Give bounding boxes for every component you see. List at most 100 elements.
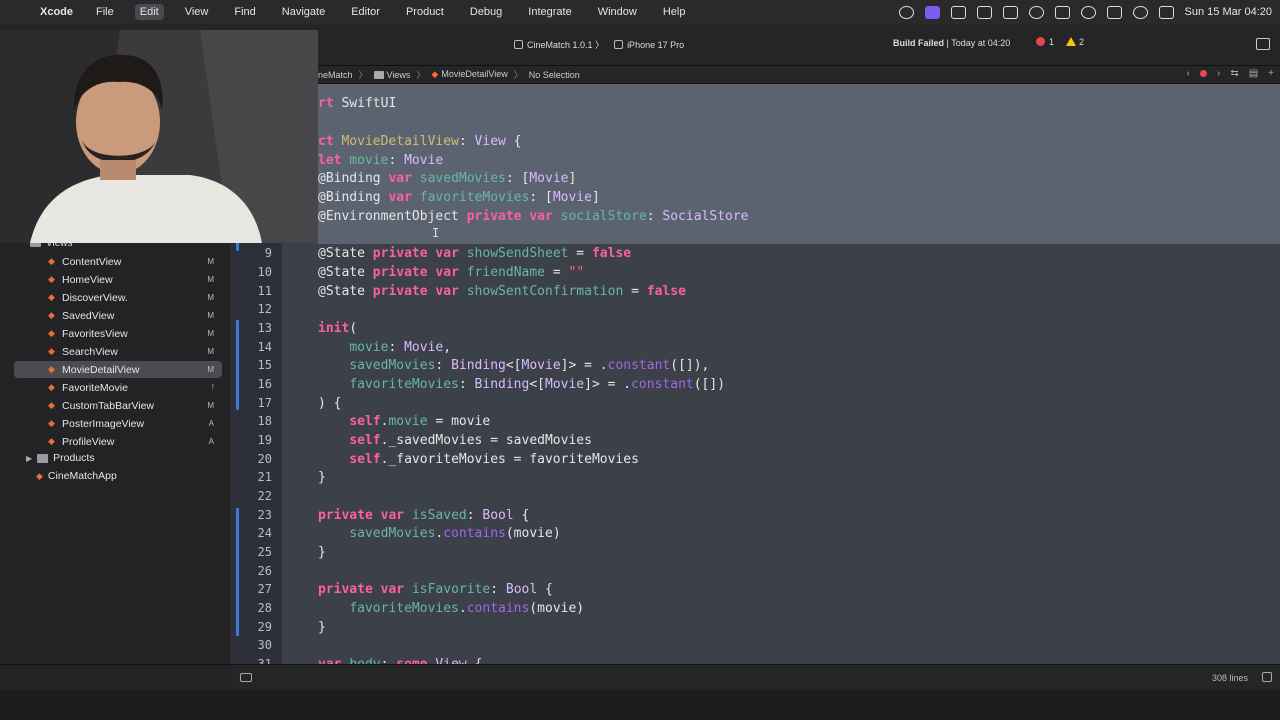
navigator-filter-bar xyxy=(0,664,230,690)
swift-file-icon: ◆ xyxy=(48,436,55,446)
line-number: 30 xyxy=(257,638,272,652)
code-line: self._favoriteMovies = favoriteMovies xyxy=(349,452,639,467)
jumpbar-group[interactable]: Views xyxy=(373,70,410,80)
menu-integrate[interactable]: Integrate xyxy=(523,4,576,20)
code-line: ct MovieDetailView: View { xyxy=(318,134,522,149)
nav-file-profileview[interactable]: ◆ ProfileView A xyxy=(14,433,222,450)
menu-navigate[interactable]: Navigate xyxy=(277,4,330,20)
code-line: @State private var friendName = "" xyxy=(318,265,585,280)
swift-file-icon: ◆ xyxy=(48,346,55,356)
nav-file-savedview[interactable]: ◆ SavedView M xyxy=(14,307,222,324)
vpn-icon[interactable] xyxy=(898,5,914,19)
menu-file[interactable]: File xyxy=(91,4,119,20)
chevron-right-icon: 〉 xyxy=(513,70,523,80)
search-icon[interactable] xyxy=(1132,5,1148,19)
nav-file-customtabbarview[interactable]: ◆ CustomTabBarView M xyxy=(14,397,222,414)
jumpbar-file[interactable]: ◆ MovieDetailView xyxy=(431,69,507,80)
related-items-icon[interactable]: ⇆ xyxy=(1230,68,1238,79)
menu-bar: Xcode File Edit View Find Navigate Edito… xyxy=(0,0,1280,24)
app-target[interactable]: ◆ CineMatchApp xyxy=(36,470,117,482)
swift-file-icon: ◆ xyxy=(48,274,55,284)
git-status-badge: M xyxy=(207,347,214,356)
jumpbar-project[interactable]: neMatch xyxy=(318,70,353,80)
nav-file-searchview[interactable]: ◆ SearchView M xyxy=(14,343,222,360)
pen-icon[interactable] xyxy=(976,5,992,19)
change-marker[interactable] xyxy=(236,508,239,636)
jumpbar-selection[interactable]: No Selection xyxy=(529,70,580,80)
git-status-badge: M xyxy=(207,401,214,410)
notion-icon[interactable] xyxy=(1002,5,1018,19)
code-line: savedMovies.contains(movie) xyxy=(349,526,561,541)
inspector-toggle-icon[interactable] xyxy=(1256,38,1270,50)
menu-product[interactable]: Product xyxy=(401,4,449,20)
folder-icon xyxy=(37,453,49,463)
menubar-clock[interactable]: Sun 15 Mar 04:20 xyxy=(1185,6,1272,18)
editor-status-bar: 308 lines xyxy=(230,664,1280,690)
menu-view[interactable]: View xyxy=(180,4,214,20)
webcam-person-image xyxy=(0,30,318,243)
debug-area-toggle-icon[interactable] xyxy=(240,673,252,682)
line-number: 10 xyxy=(257,265,272,279)
scheme-selector[interactable]: CineMatch 1.0.1 〉 iPhone 17 Pro xyxy=(514,38,684,51)
line-number: 20 xyxy=(257,452,272,466)
destination-name[interactable]: iPhone 17 Pro xyxy=(627,40,684,50)
code-line: @Binding var savedMovies: [Movie] xyxy=(318,171,577,186)
menu-find[interactable]: Find xyxy=(229,4,260,20)
issue-indicator-icon[interactable] xyxy=(1199,70,1207,77)
warning-icon xyxy=(1066,37,1077,46)
issue-counts[interactable]: 1 2 xyxy=(1036,37,1084,47)
menu-editor[interactable]: Editor xyxy=(346,4,385,20)
nav-file-favoritemovie[interactable]: ◆ FavoriteMovie! xyxy=(14,379,222,396)
nav-file-moviedetailview[interactable]: ◆ MovieDetailView M xyxy=(14,361,222,378)
git-status-badge: A xyxy=(208,437,214,446)
add-editor-icon[interactable]: + xyxy=(1268,68,1274,79)
swift-file-icon: ◆ xyxy=(48,310,55,320)
menu-app-name[interactable]: Xcode xyxy=(40,6,73,18)
swift-file-icon: ◆ xyxy=(48,292,55,302)
code-line: savedMovies: Binding<[Movie]> = .constan… xyxy=(349,358,710,373)
build-time: Today at 04:20 xyxy=(951,38,1011,48)
git-status-badge: A xyxy=(208,419,214,428)
battery-icon[interactable] xyxy=(1106,5,1122,19)
webcam-overlay xyxy=(0,30,318,243)
text-input-icon[interactable] xyxy=(1054,5,1070,19)
code-line: rt SwiftUI xyxy=(318,96,397,111)
nav-file-favoritesview[interactable]: ◆ FavoritesView M xyxy=(14,325,222,342)
warning-count[interactable]: 2 xyxy=(1066,37,1084,47)
swift-file-icon: ◆ xyxy=(36,470,43,481)
git-status-badge: M xyxy=(207,329,214,338)
menu-edit[interactable]: Edit xyxy=(134,4,164,20)
code-line: @State private var showSentConfirmation … xyxy=(318,284,686,299)
code-line: self.movie = movie xyxy=(349,414,491,429)
back-icon[interactable]: ‹ xyxy=(1187,68,1190,79)
screen-record-icon[interactable] xyxy=(924,5,940,19)
git-status-badge: M xyxy=(207,293,214,302)
menu-window[interactable]: Window xyxy=(593,4,642,20)
minimap-icon[interactable]: ▤ xyxy=(1249,68,1258,79)
forward-icon[interactable]: › xyxy=(1217,68,1220,79)
panel-toggle-icon[interactable] xyxy=(1262,672,1272,682)
status-menus: Sun 15 Mar 04:20 xyxy=(898,0,1272,24)
nav-file-contentview[interactable]: ◆ ContentView M xyxy=(14,253,222,270)
wifi-icon[interactable] xyxy=(1080,5,1096,19)
line-number: 18 xyxy=(257,414,272,428)
menu-debug[interactable]: Debug xyxy=(465,4,507,20)
camera-icon[interactable] xyxy=(950,5,966,19)
nav-file-homeview[interactable]: ◆ HomeView M xyxy=(14,271,222,288)
menu-help[interactable]: Help xyxy=(658,4,691,20)
disclosure-triangle-icon[interactable]: ▶ xyxy=(26,454,32,463)
code-line: favoriteMovies.contains(movie) xyxy=(349,601,585,616)
control-center-icon[interactable] xyxy=(1158,5,1174,19)
apple-icon[interactable] xyxy=(12,5,26,19)
source-editor[interactable]: rt SwiftUI ct MovieDetailView: View { le… xyxy=(230,84,1280,664)
nav-file-posterimageview[interactable]: ◆ PosterImageView A xyxy=(14,415,222,432)
change-marker[interactable] xyxy=(236,320,239,410)
code-line: @State private var showSendSheet = false xyxy=(318,246,632,261)
scheme-name[interactable]: CineMatch 1.0.1 xyxy=(527,40,593,50)
jump-bar: neMatch 〉 Views 〉 ◆ MovieDetailView 〉 No … xyxy=(230,66,1280,84)
play-icon[interactable] xyxy=(1028,5,1044,19)
products-group[interactable]: ▶ Products xyxy=(26,452,95,464)
line-number: 21 xyxy=(257,470,272,484)
nav-file-discoverview[interactable]: ◆ DiscoverView. M xyxy=(14,289,222,306)
error-count[interactable]: 1 xyxy=(1036,37,1054,47)
